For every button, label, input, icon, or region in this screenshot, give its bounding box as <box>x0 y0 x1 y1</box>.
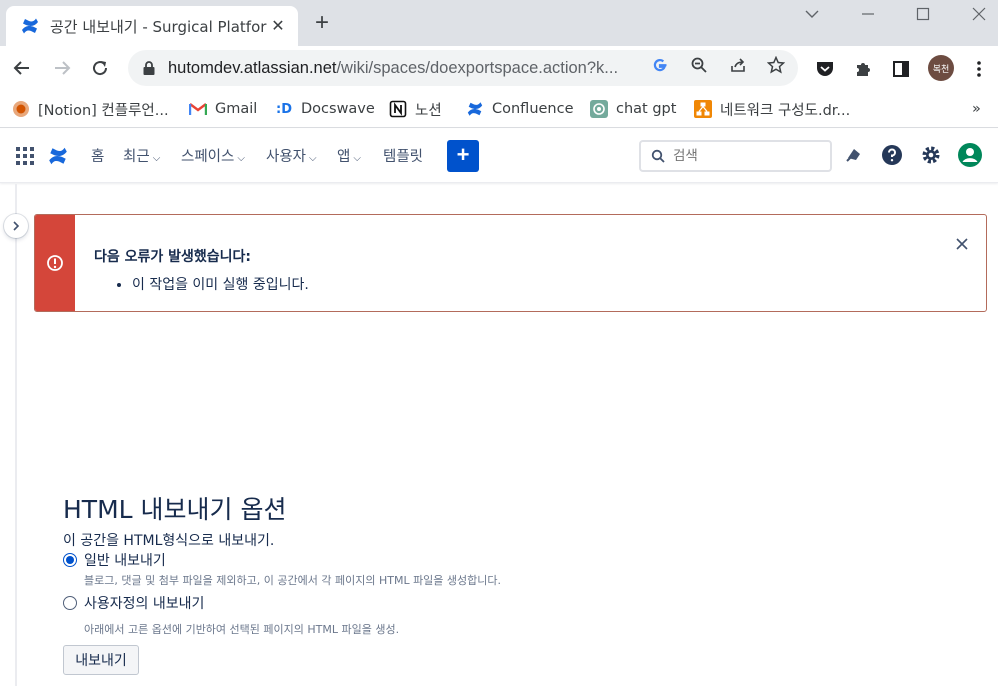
profile-avatar[interactable]: 복천 <box>928 55 954 81</box>
browser-tab-active[interactable]: 공간 내보내기 - Surgical Platfor ✕ <box>6 6 298 46</box>
radio-custom-export[interactable] <box>63 596 77 610</box>
chrome-menu-icon[interactable] <box>968 58 990 80</box>
pocket-icon[interactable] <box>814 58 836 80</box>
bookmark-item[interactable]: :D Docswave <box>275 96 375 122</box>
chevron-down-icon: ⌵ <box>309 153 317 164</box>
radio-normal-export[interactable] <box>63 553 77 567</box>
bookmark-item[interactable]: [Notion] 컨플루언... <box>12 96 169 122</box>
settings-gear-icon[interactable] <box>919 143 943 167</box>
create-button[interactable]: + <box>447 140 479 172</box>
reload-icon[interactable] <box>86 54 114 82</box>
close-window-icon[interactable] <box>951 0 998 28</box>
sidebar-expand-chevron-icon[interactable] <box>4 214 28 238</box>
chevron-down-icon: ⌵ <box>237 153 245 164</box>
error-list: 이 작업을 이미 실행 중입니다. <box>132 274 309 294</box>
nav-templates[interactable]: 템플릿 <box>383 145 423 166</box>
radio-sub-normal-export: 블로그, 댓글 및 첨부 파일을 제외하고, 이 공간에서 각 페이지의 HTM… <box>84 574 502 587</box>
bookmark-item[interactable]: 노션 <box>389 96 442 122</box>
browser-toolbar: hutomdev.atlassian.net/wiki/spaces/doexp… <box>0 46 998 90</box>
drawio-icon <box>694 100 712 118</box>
bookmark-item[interactable]: chat gpt <box>590 96 676 122</box>
bookmark-star-icon[interactable] <box>766 55 786 75</box>
profile-avatar-icon[interactable] <box>958 143 982 167</box>
browser-tab-strip: 공간 내보내기 - Surgical Platfor ✕ + <box>0 0 998 46</box>
export-description: 이 공간을 HTML형식으로 내보내기. <box>63 533 275 549</box>
url-text: hutomdev.atlassian.net/wiki/spaces/doexp… <box>168 58 619 77</box>
gmail-icon <box>189 100 207 118</box>
sidebar-edge <box>15 184 17 686</box>
error-heading: 다음 오류가 발생했습니다: <box>94 249 252 265</box>
lock-icon <box>143 61 155 75</box>
bookmark-item[interactable]: Gmail <box>189 96 257 122</box>
new-tab-icon[interactable]: + <box>310 11 334 36</box>
nav-home[interactable]: 홈 <box>91 145 104 166</box>
bookmark-item[interactable]: 네트워크 구성도.dr... <box>694 96 850 122</box>
radio-sub-custom-export: 아래에서 고른 옵션에 기반하여 선택된 페이지의 HTML 파일을 생성. <box>84 623 400 636</box>
help-icon[interactable] <box>880 143 904 167</box>
confluence-logo-icon[interactable] <box>47 145 69 172</box>
tab-close-icon[interactable]: ✕ <box>268 16 288 36</box>
share-icon[interactable] <box>728 55 748 75</box>
zoom-icon[interactable] <box>689 55 709 75</box>
error-list-item: 이 작업을 이미 실행 중입니다. <box>132 274 309 294</box>
side-panel-icon[interactable] <box>890 58 912 80</box>
forward-icon[interactable] <box>48 54 76 82</box>
notifications-icon[interactable] <box>842 143 866 167</box>
nav-people[interactable]: 사용자 ⌵ <box>266 145 317 166</box>
app-switcher-icon[interactable] <box>16 147 34 170</box>
nav-spaces[interactable]: 스페이스 ⌵ <box>181 145 245 166</box>
close-icon[interactable] <box>956 233 968 256</box>
chatgpt-icon <box>590 100 608 118</box>
chevron-down-icon: ⌵ <box>152 153 161 164</box>
bookmarks-more-icon[interactable]: » <box>972 96 981 122</box>
error-icon <box>47 255 63 271</box>
notion-icon <box>389 100 407 118</box>
bookmarks-bar: [Notion] 컨플루언... Gmail :D Docswave 노션 Co… <box>0 90 998 128</box>
radio-label-normal-export[interactable]: 일반 내보내기 <box>84 550 166 570</box>
chevron-down-icon: ⌵ <box>353 153 361 164</box>
confluence-icon <box>22 18 38 34</box>
confluence-icon <box>466 100 484 118</box>
search-field[interactable] <box>639 140 832 172</box>
tab-search-icon[interactable] <box>784 0 840 28</box>
error-bar <box>35 215 75 311</box>
page-title: HTML 내보내기 옵션 <box>63 495 287 524</box>
export-button[interactable]: 내보내기 <box>63 645 139 675</box>
docswave-icon: :D <box>276 101 292 117</box>
nav-recent[interactable]: 최근 ⌵ <box>123 145 160 166</box>
notion-icon <box>12 100 30 118</box>
tab-title: 공간 내보내기 - Surgical Platfor <box>50 17 267 36</box>
maximize-icon[interactable] <box>895 0 951 28</box>
google-icon[interactable] <box>650 55 670 75</box>
minimize-icon[interactable] <box>840 0 896 28</box>
radio-label-custom-export[interactable]: 사용자정의 내보내기 <box>84 593 204 613</box>
extensions-icon[interactable] <box>852 58 874 80</box>
nav-apps[interactable]: 앱 ⌵ <box>337 145 361 166</box>
search-input[interactable] <box>673 148 823 164</box>
back-icon[interactable] <box>8 54 36 82</box>
search-icon <box>651 149 665 163</box>
bookmark-item[interactable]: Confluence <box>466 96 574 122</box>
error-message-panel: 다음 오류가 발생했습니다: 이 작업을 이미 실행 중입니다. <box>34 214 987 312</box>
